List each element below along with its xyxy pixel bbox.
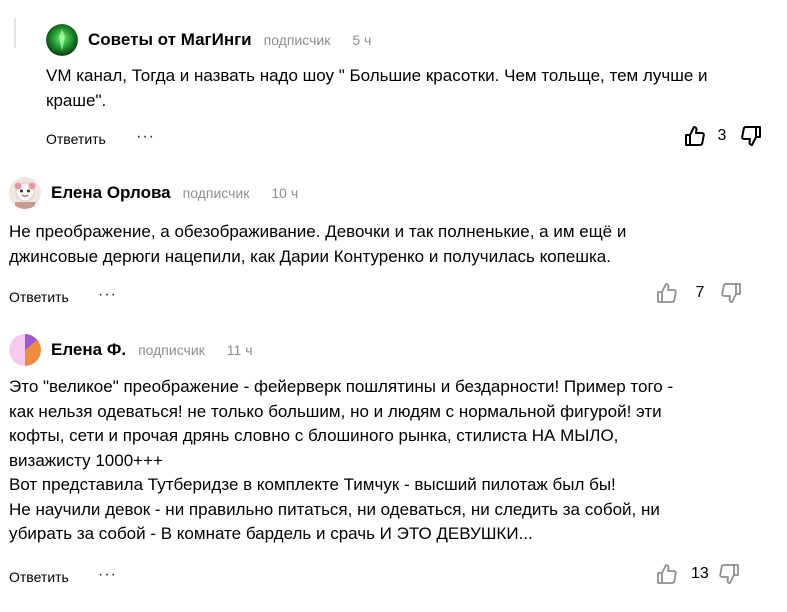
reply-button[interactable]: Ответить — [9, 569, 69, 585]
dislike-icon[interactable] — [717, 562, 741, 586]
comment-text: Не преображение, а обезображивание. Дево… — [9, 222, 627, 266]
avatar[interactable] — [46, 24, 78, 56]
dislike-icon[interactable] — [739, 124, 763, 148]
avatar[interactable] — [9, 177, 41, 209]
like-icon[interactable] — [655, 562, 679, 586]
author-name[interactable]: Советы от МагИнги — [88, 30, 252, 50]
more-options-button[interactable]: ··· — [98, 286, 117, 304]
subscriber-badge: подписчик — [182, 185, 250, 201]
like-count: 3 — [717, 127, 727, 144]
timestamp: 10 ч — [271, 185, 299, 201]
comment-3: Елена Ф. подписчик 11 ч Это "великое" пр… — [0, 320, 787, 612]
reply-button[interactable]: Ответить — [9, 289, 69, 305]
more-options-button[interactable]: ··· — [136, 128, 155, 146]
comment-2: Елена Орлова подписчик 10 ч Не преображе… — [0, 160, 787, 320]
dislike-icon[interactable] — [719, 281, 743, 305]
like-icon[interactable] — [655, 281, 679, 305]
comment-1: Советы от МагИнги подписчик 5 ч VM канал… — [0, 0, 787, 160]
comment-text: VM канал, Тогда и назвать надо шоу " Бол… — [46, 66, 708, 110]
comment-text: Это "великое" преображение - фейерверк п… — [9, 377, 674, 543]
author-name[interactable]: Елена Орлова — [51, 183, 171, 203]
reply-button[interactable]: Ответить — [46, 131, 106, 147]
like-count: 13 — [691, 565, 709, 582]
timestamp: 5 ч — [352, 32, 372, 48]
like-icon[interactable] — [683, 124, 707, 148]
subscriber-badge: подписчик — [263, 32, 331, 48]
author-name[interactable]: Елена Ф. — [51, 340, 126, 360]
thread-line — [14, 18, 16, 48]
like-count: 7 — [695, 284, 705, 301]
more-options-button[interactable]: ··· — [98, 566, 117, 584]
timestamp: 11 ч — [226, 342, 253, 358]
subscriber-badge: подписчик — [138, 342, 205, 358]
avatar[interactable] — [9, 334, 41, 366]
